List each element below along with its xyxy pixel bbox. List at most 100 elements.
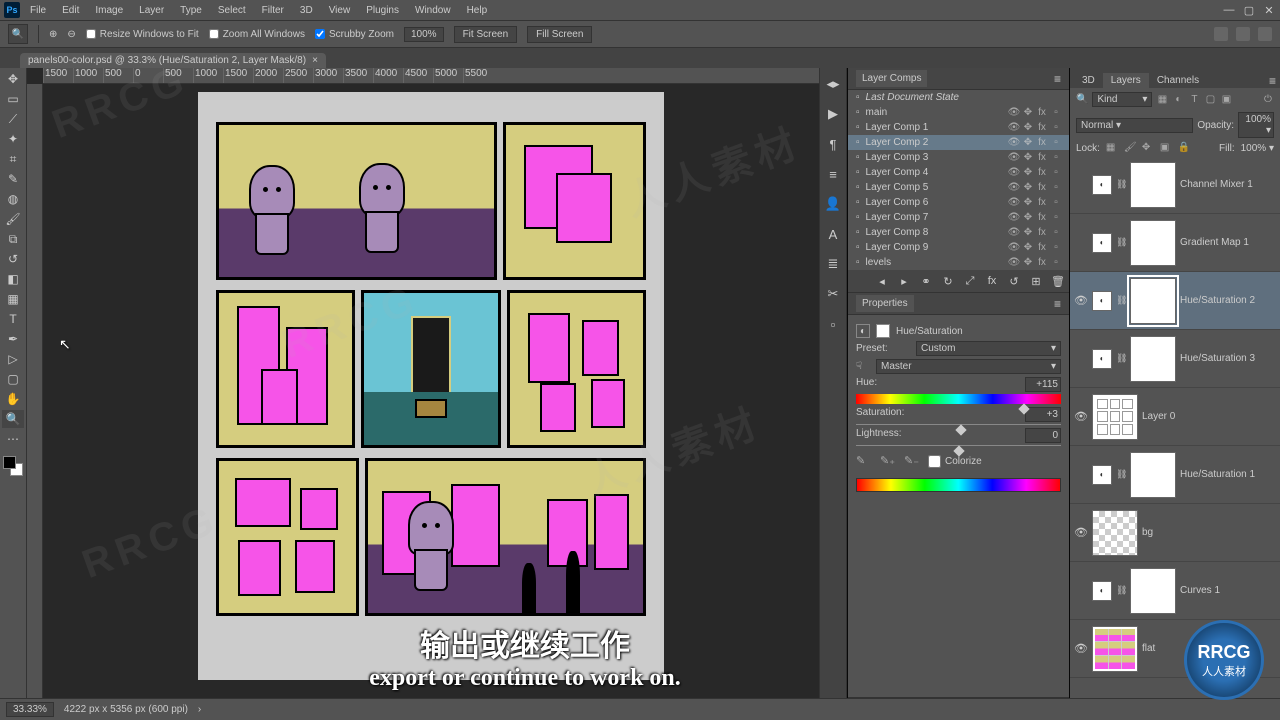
layer-name[interactable]: Gradient Map 1 [1180,237,1276,248]
lock-trans-icon[interactable]: ▦ [1106,142,1118,154]
layer-mask-thumb[interactable] [1130,162,1176,208]
layer-name[interactable]: Hue/Saturation 1 [1180,469,1276,480]
visibility-icon[interactable]: 👁 [1009,168,1019,178]
pen-tool[interactable]: ✒ [2,330,24,348]
properties-menu-icon[interactable]: ≡ [1054,297,1061,311]
layer-row[interactable]: 👁◐⛓Hue/Saturation 2 [1070,272,1280,330]
resize-checkbox[interactable]: Resize Windows to Fit [86,29,199,40]
visibility-toggle[interactable]: 👁 [1074,642,1088,655]
layer-comp-row[interactable]: ▫Layer Comp 7👁✥fx▫ [848,210,1069,225]
search-icon[interactable] [1214,27,1228,41]
layer-thumb[interactable] [1092,510,1138,556]
position-icon[interactable]: ✥ [1023,108,1033,118]
lock-nest-icon[interactable]: ▣ [1160,142,1172,154]
gradient-tool[interactable]: ▦ [2,290,24,308]
menu-edit[interactable]: Edit [56,3,85,18]
fx-icon[interactable]: fx [1037,213,1047,223]
layer-name[interactable]: Curves 1 [1180,585,1276,596]
comp-icon[interactable]: ▫ [1051,198,1061,208]
position-icon[interactable]: ✥ [1023,198,1033,208]
search-icon[interactable]: 🔍 [1076,94,1088,105]
comp-icon[interactable]: ▫ [1051,153,1061,163]
menu-type[interactable]: Type [174,3,208,18]
layer-name[interactable]: bg [1142,527,1276,538]
layer-mask-thumb[interactable] [1130,336,1176,382]
path-tool[interactable]: ▷ [2,350,24,368]
window-close[interactable]: ✕ [1262,3,1276,17]
lc-update-all-icon[interactable]: ↺ [1007,274,1021,288]
menu-plugins[interactable]: Plugins [360,3,405,18]
zoom-100-button[interactable]: 100% [404,27,444,42]
lc-update-pos-icon[interactable]: ⤢ [963,274,977,288]
filter-smart-icon[interactable]: ▣ [1220,93,1232,105]
link-icon[interactable]: ⛓ [1116,469,1126,480]
layer-row[interactable]: ◐⛓Channel Mixer 1 [1070,156,1280,214]
hand-point-icon[interactable]: ☟ [856,361,870,372]
doc-icon[interactable]: ▫ [825,316,841,332]
layer-row[interactable]: ◐⛓Hue/Saturation 1 [1070,446,1280,504]
visibility-icon[interactable]: 👁 [1009,258,1019,268]
last-document-state[interactable]: ▫Last Document State [848,90,1069,105]
window-minimize[interactable]: — [1222,3,1236,17]
fit-screen-button[interactable]: Fit Screen [454,26,518,43]
text-a-icon[interactable]: A [825,226,841,242]
menu-window[interactable]: Window [409,3,457,18]
layer-row[interactable]: 👁Layer 0 [1070,388,1280,446]
window-restore[interactable]: ▢ [1242,3,1256,17]
eraser-tool[interactable]: ◧ [2,270,24,288]
fill-input[interactable]: 100% ▾ [1241,143,1274,154]
para-icon[interactable]: ¶ [825,136,841,152]
status-zoom[interactable]: 33.33% [6,702,54,717]
lc-prev-icon[interactable]: ◂ [875,274,889,288]
layer-comp-row[interactable]: ▫Layer Comp 2👁✥fx▫ [848,135,1069,150]
layer-mask-thumb[interactable] [1130,278,1176,324]
filter-pixel-icon[interactable]: ▦ [1156,93,1168,105]
layer-comp-row[interactable]: ▫levels👁✥fx▫ [848,255,1069,270]
hue-slider[interactable] [856,394,1061,404]
filter-shape-icon[interactable]: ▢ [1204,93,1216,105]
visibility-toggle[interactable]: 👁 [1074,294,1088,307]
lasso-tool[interactable]: ⟋ [2,110,24,128]
lock-brush-icon[interactable]: 🖌 [1124,142,1136,154]
link-icon[interactable]: ⛓ [1116,353,1126,364]
layer-mask-thumb[interactable] [1130,220,1176,266]
comp-icon[interactable]: ▫ [1051,168,1061,178]
visibility-icon[interactable]: 👁 [1009,183,1019,193]
position-icon[interactable]: ✥ [1023,168,1033,178]
visibility-icon[interactable]: 👁 [1009,228,1019,238]
zoom-tool[interactable]: 🔍 [2,410,24,428]
fx-icon[interactable]: fx [1037,123,1047,133]
glyph-icon[interactable]: ≣ [825,256,841,272]
comp-icon[interactable]: ▫ [1051,243,1061,253]
link-icon[interactable]: ⛓ [1116,585,1126,596]
eyedropper-tool[interactable]: ✎ [2,170,24,188]
eyedropper-plus-icon[interactable]: ✎₊ [880,454,894,468]
zoom-in-icon[interactable]: ⊕ [49,29,57,40]
menu-filter[interactable]: Filter [256,3,290,18]
position-icon[interactable]: ✥ [1023,153,1033,163]
position-icon[interactable]: ✥ [1023,183,1033,193]
link-icon[interactable]: ⛓ [1116,179,1126,190]
status-expand-icon[interactable]: › [198,704,201,715]
layer-comps-menu-icon[interactable]: ≡ [1054,72,1061,86]
layer-name[interactable]: Channel Mixer 1 [1180,179,1276,190]
visibility-icon[interactable]: 👁 [1009,108,1019,118]
layer-comp-row[interactable]: ▫main👁✥fx▫ [848,105,1069,120]
position-icon[interactable]: ✥ [1023,123,1033,133]
comp-icon[interactable]: ▫ [1051,123,1061,133]
position-icon[interactable]: ✥ [1023,213,1033,223]
heal-tool[interactable]: ◍ [2,190,24,208]
comp-icon[interactable]: ▫ [1051,183,1061,193]
layer-name[interactable]: Hue/Saturation 3 [1180,353,1276,364]
eyedropper-icon[interactable]: ✎ [856,454,870,468]
comp-icon[interactable]: ▫ [1051,228,1061,238]
visibility-icon[interactable]: 👁 [1009,138,1019,148]
layer-comp-row[interactable]: ▫Layer Comp 1👁✥fx▫ [848,120,1069,135]
layer-mask-thumb[interactable] [1130,452,1176,498]
fx-icon[interactable]: fx [1037,228,1047,238]
close-tab-icon[interactable]: × [312,55,318,66]
lightness-input[interactable] [1025,428,1061,443]
saturation-input[interactable] [1025,407,1061,422]
lc-trash-icon[interactable]: 🗑 [1051,274,1065,288]
lc-new-icon[interactable]: ⊞ [1029,274,1043,288]
